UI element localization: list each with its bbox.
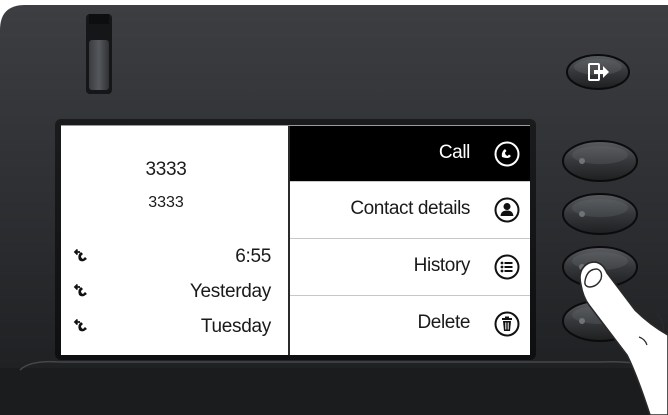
menu-item-label: History <box>413 255 471 276</box>
missed-call-icon <box>73 248 87 262</box>
display-screen: 3333 3333 6:55 Yesterday Tuesday Call Co… <box>61 125 530 355</box>
missed-call-icon <box>73 318 87 332</box>
softkey-led <box>579 158 585 164</box>
history-entry: 6:55 <box>61 246 288 274</box>
history-time: Tuesday <box>200 316 271 337</box>
menu-item-call[interactable]: Call <box>290 126 530 181</box>
history-entry: Yesterday <box>61 281 288 309</box>
menu-item-label: Delete <box>417 312 470 333</box>
trash-icon <box>494 311 520 337</box>
softkey-led <box>579 211 585 217</box>
softkey-1[interactable] <box>560 138 640 184</box>
phone-icon <box>494 141 520 167</box>
menu-item-delete[interactable]: Delete <box>290 296 530 351</box>
contact-pane: 3333 3333 6:55 Yesterday Tuesday <box>61 126 288 355</box>
contact-number: 3333 <box>148 194 184 211</box>
history-entry: Tuesday <box>61 316 288 344</box>
history-time: 6:55 <box>235 246 271 267</box>
menu-item-history[interactable]: History <box>290 239 530 294</box>
contact-icon <box>494 197 520 223</box>
menu-item-contact-details[interactable]: Contact details <box>290 182 530 237</box>
phone-stage: 3333 3333 6:55 Yesterday Tuesday Call Co… <box>0 0 668 415</box>
escape-key[interactable] <box>565 52 631 92</box>
menu-item-label: Call <box>438 142 471 163</box>
list-icon <box>494 254 520 280</box>
pointing-finger-icon <box>579 261 668 415</box>
context-menu: Call Contact details History Delete <box>290 126 530 355</box>
menu-item-label: Contact details <box>350 198 470 219</box>
softkey-2[interactable] <box>560 191 640 237</box>
history-time: Yesterday <box>189 281 271 302</box>
missed-call-icon <box>73 283 87 297</box>
contact-name: 3333 <box>145 159 187 180</box>
